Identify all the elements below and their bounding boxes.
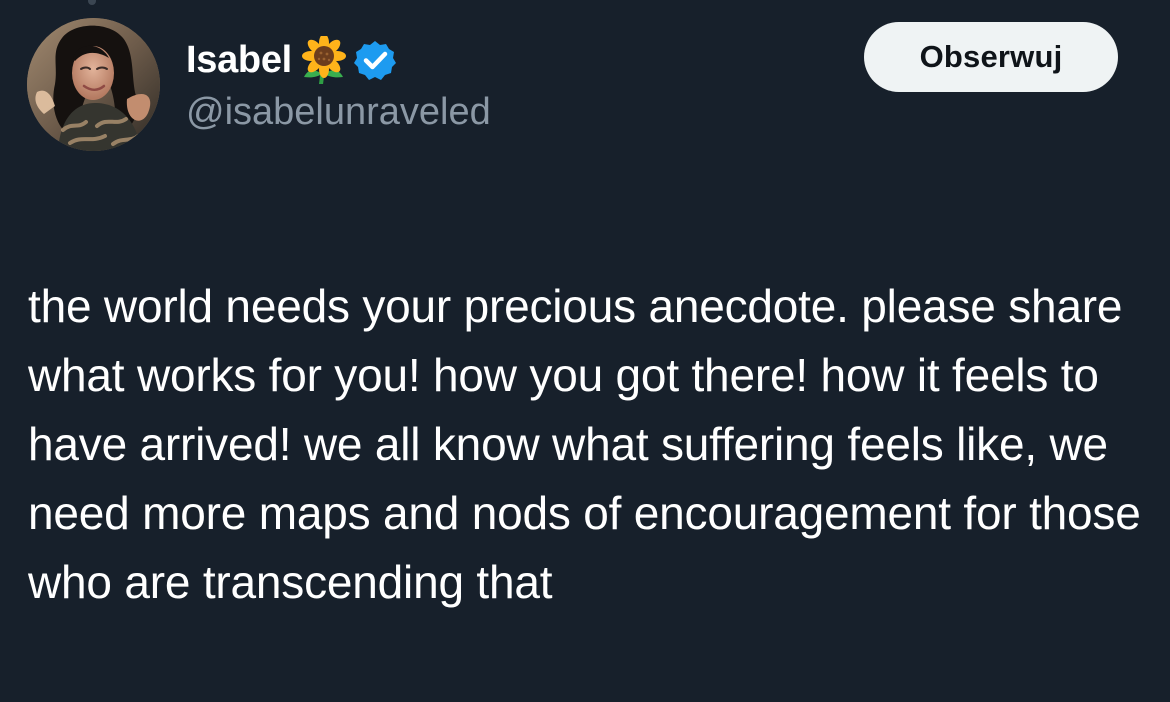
author-name-row: Isabel [186, 34, 706, 86]
author-display-name[interactable]: Isabel [186, 39, 292, 82]
sunflower-emoji [300, 34, 348, 86]
author-identity: Isabel @isabelunraveled [186, 34, 706, 144]
tweet-text: the world needs your precious anecdote. … [28, 280, 1141, 608]
tweet-card: Isabel @isabelunraveled Obserwuj the wor… [0, 0, 1170, 702]
thread-line-segment [88, 0, 96, 5]
verified-check-icon[interactable] [353, 39, 396, 81]
follow-button[interactable]: Obserwuj [864, 22, 1118, 92]
author-handle[interactable]: @isabelunraveled [186, 86, 706, 138]
profile-photo-icon [27, 18, 160, 151]
verified-check-svg [353, 41, 396, 80]
avatar[interactable] [27, 18, 160, 151]
sunflower-icon [301, 34, 346, 86]
